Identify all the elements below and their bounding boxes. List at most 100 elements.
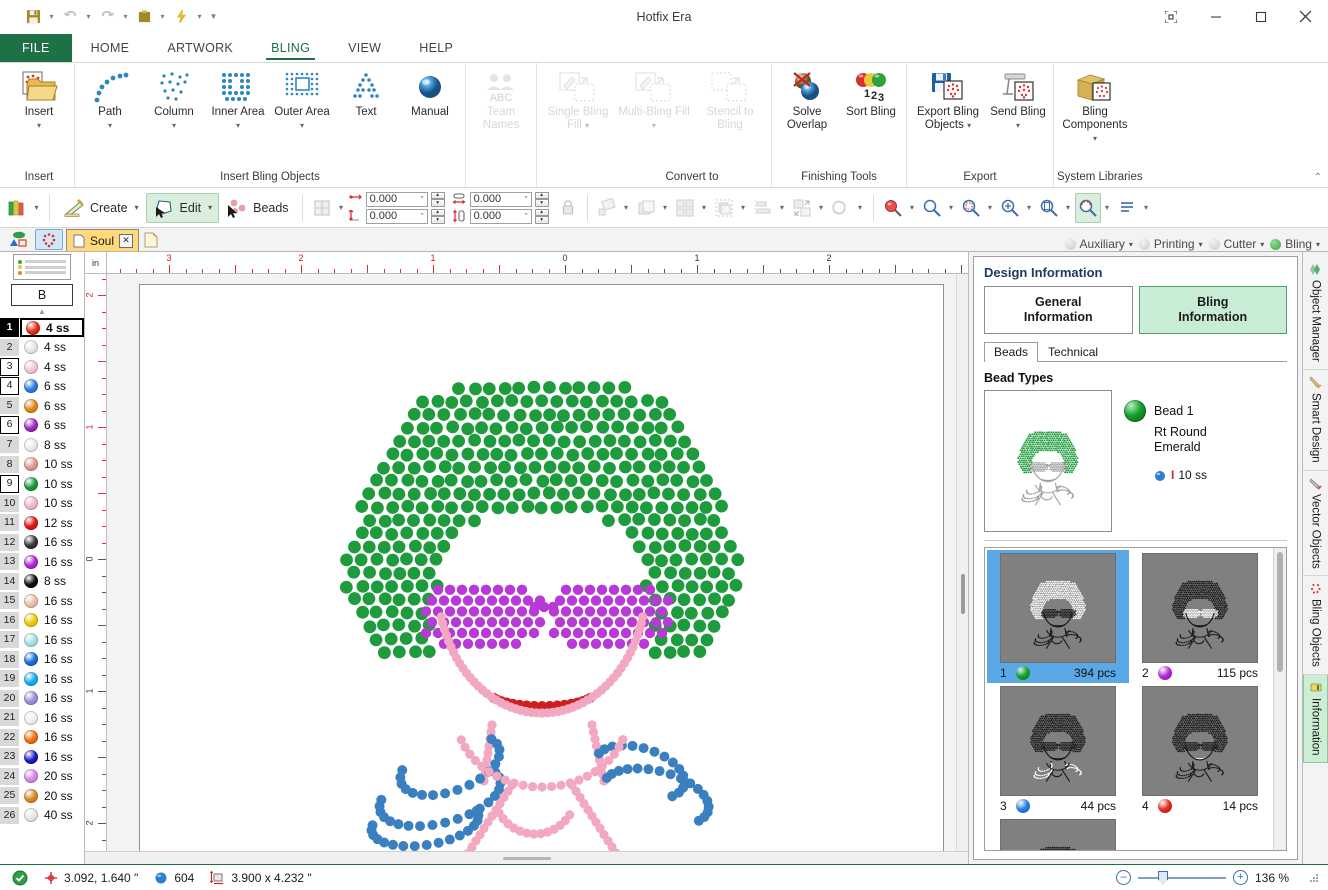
canvas-horizontal-scrollbar[interactable]	[85, 851, 968, 864]
zoom-bead-icon[interactable]	[880, 193, 906, 223]
zoom-bead-dropdown-caret[interactable]: ▾	[906, 193, 919, 223]
bling-artwork[interactable]	[140, 285, 945, 851]
width-up[interactable]: ▲	[534, 191, 549, 199]
clipboard-dropdown-caret[interactable]: ▾	[156, 5, 169, 29]
palette-row[interactable]: 23 16 ss	[0, 747, 84, 767]
new-document-icon[interactable]	[142, 230, 160, 250]
close-button[interactable]	[1283, 0, 1328, 34]
palette-row[interactable]: 13 16 ss	[0, 552, 84, 572]
align-dropdown-caret[interactable]: ▾	[776, 193, 789, 223]
horizontal-ruler-scale[interactable]: 3 2 1 0 1 2	[107, 252, 968, 273]
zoom-page-icon[interactable]	[1036, 193, 1062, 223]
palette-row[interactable]: 15 16 ss	[0, 591, 84, 611]
minimize-button[interactable]	[1193, 0, 1238, 34]
bead-thumbnail-cell[interactable]: 1 394 pcs	[987, 550, 1129, 683]
resize-grip-icon[interactable]	[1308, 872, 1320, 884]
palette-row[interactable]: 14 8 ss	[0, 572, 84, 592]
palette-row-cell[interactable]: 6 ss	[20, 396, 84, 415]
tab-bling-information[interactable]: Bling Information	[1138, 286, 1287, 334]
bead-thumbnail-cell[interactable]: 4 14 pcs	[1129, 683, 1271, 816]
ribbon-tab-bling[interactable]: BLING	[252, 34, 329, 62]
palette-row-cell[interactable]: 20 ss	[20, 786, 84, 805]
ribbon-tab-artwork[interactable]: ARTWORK	[148, 34, 252, 62]
palette-row-cell[interactable]: 16 ss	[20, 611, 84, 630]
ribbon-tab-home[interactable]: HOME	[72, 34, 149, 62]
bead-thumbnail-cell[interactable]: 2 115 pcs	[1129, 550, 1271, 683]
distribute-dropdown-caret[interactable]: ▾	[815, 193, 828, 223]
chevron-down-icon[interactable]: ▾	[37, 121, 41, 130]
restore-down-icon[interactable]	[1148, 0, 1193, 34]
vertical-ruler[interactable]: 2 1 0 1 2	[85, 274, 107, 851]
zoom-selection-dropdown-caret[interactable]: ▾	[1023, 193, 1036, 223]
height-up[interactable]: ▲	[534, 208, 549, 216]
palette-swatch-preview[interactable]	[13, 254, 71, 280]
chevron-down-icon[interactable]: ▾	[1316, 240, 1320, 249]
distribute-icon[interactable]	[789, 193, 815, 223]
palette-row-cell[interactable]: 12 ss	[20, 513, 84, 532]
palette-row-cell[interactable]: 8 ss	[20, 435, 84, 454]
quick-action-dropdown-caret[interactable]: ▾	[193, 5, 206, 29]
tab-general-information[interactable]: General Information	[984, 286, 1133, 334]
send-bling-button[interactable]: Send Bling ▾	[986, 66, 1050, 133]
grid-arrange-icon[interactable]	[672, 193, 698, 223]
thumbnail-grid-scrollbar[interactable]	[1273, 548, 1286, 850]
palette-row-cell[interactable]: 4 ss	[20, 318, 84, 338]
toggle-bling[interactable]: Bling ▾	[1268, 237, 1322, 251]
palette-row-cell[interactable]: 16 ss	[20, 630, 84, 649]
design-page[interactable]	[139, 284, 944, 851]
maximize-button[interactable]	[1238, 0, 1283, 34]
edit-dropdown-caret[interactable]: ▾	[208, 203, 212, 212]
palette-row[interactable]: 4 6 ss	[0, 377, 84, 397]
toggle-auxiliary[interactable]: Auxiliary ▾	[1063, 237, 1135, 251]
zoom-fit-icon[interactable]	[1074, 192, 1101, 223]
palette-row-cell[interactable]: 20 ss	[20, 767, 84, 786]
palette-row[interactable]: 22 16 ss	[0, 728, 84, 748]
palette-row[interactable]: 21 16 ss	[0, 708, 84, 728]
palette-row-cell[interactable]: 4 ss	[20, 338, 84, 357]
palette-row-cell[interactable]: 6 ss	[20, 416, 84, 435]
subtab-technical[interactable]: Technical	[1038, 342, 1108, 362]
width-down[interactable]: ▼	[534, 199, 549, 207]
grid-dropdown-caret[interactable]: ▾	[698, 193, 711, 223]
insert-button[interactable]: Insert ▾	[7, 66, 71, 133]
palette-row[interactable]: 12 16 ss	[0, 533, 84, 553]
chevron-down-icon[interactable]: ▾	[108, 121, 112, 130]
palette-row[interactable]: 1 4 ss	[0, 318, 84, 338]
palette-row[interactable]: 24 20 ss	[0, 767, 84, 787]
width-input[interactable]: 0.000 "	[469, 191, 532, 207]
chevron-down-icon[interactable]: ▾	[1093, 134, 1097, 143]
list-view-icon[interactable]	[1114, 193, 1140, 223]
scrollbar-thumb[interactable]	[1277, 552, 1283, 672]
list-view-dropdown-caret[interactable]: ▾	[1140, 193, 1153, 223]
redo-dropdown-caret[interactable]: ▾	[119, 5, 132, 29]
chevron-down-icon[interactable]: ▾	[1199, 240, 1203, 249]
bling-components-button[interactable]: Bling Components ▾	[1057, 66, 1133, 146]
ruler-unit-label[interactable]: in	[85, 252, 107, 273]
vtab-vector-objects[interactable]: Vector Objects	[1303, 469, 1328, 576]
collapse-ribbon-icon[interactable]: ⌃	[1314, 172, 1322, 183]
palette-row-cell[interactable]: 4 ss	[20, 357, 84, 376]
palette-row-cell[interactable]: 10 ss	[20, 494, 84, 513]
palette-row-cell[interactable]: 16 ss	[20, 650, 84, 669]
beads-button[interactable]: Beads	[219, 193, 295, 223]
palette-scroll-up[interactable]: ▲	[0, 306, 84, 318]
zoom-area-icon[interactable]	[958, 193, 984, 223]
palette-row-cell[interactable]: 6 ss	[20, 377, 84, 396]
palette-row-cell[interactable]: 16 ss	[20, 728, 84, 747]
ribbon-tab-file[interactable]: FILE	[0, 34, 72, 62]
canvas-vertical-scrollbar[interactable]	[956, 274, 968, 851]
bead-palette-list[interactable]: 1 4 ss 2 4 ss 3 4 ss 4 6 ss 5 6 ss 6 6 ss 7 8 ss 8 10 s…	[0, 318, 84, 864]
outer-area-button[interactable]: Outer Area ▾	[270, 66, 334, 133]
toggle-cutter[interactable]: Cutter ▾	[1207, 237, 1267, 251]
chevron-down-icon[interactable]: ▾	[172, 121, 176, 130]
ribbon-tab-view[interactable]: VIEW	[329, 34, 400, 62]
save-icon[interactable]	[22, 5, 44, 29]
palette-row[interactable]: 6 6 ss	[0, 416, 84, 436]
chevron-down-icon[interactable]: ▾	[967, 121, 971, 130]
height-input[interactable]: 0.000 "	[469, 208, 532, 224]
rotate-dropdown-caret[interactable]: ▾	[620, 193, 633, 223]
rotate-skew-icon[interactable]	[594, 193, 620, 223]
create-button[interactable]: Create ▾	[56, 193, 146, 223]
library-dropdown-caret[interactable]: ▾	[30, 193, 43, 223]
redo-icon[interactable]	[96, 5, 118, 29]
